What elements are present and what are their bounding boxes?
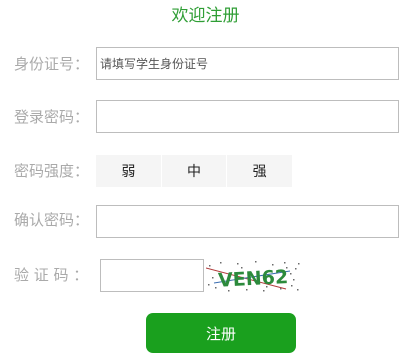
page-title: 欢迎注册 bbox=[171, 6, 240, 26]
password-strength-label: 密码强度： bbox=[14, 162, 90, 180]
register-button[interactable]: 注册 bbox=[146, 313, 296, 353]
registration-page: 欢迎注册 身份证号： 登录密码： 密码强度： 弱 中 强 确认密码： 验 证 码… bbox=[0, 0, 411, 363]
strength-weak: 弱 bbox=[96, 155, 162, 187]
strength-strong: 强 bbox=[252, 164, 267, 180]
captcha-input[interactable] bbox=[100, 259, 204, 292]
password-label: 登录密码： bbox=[14, 108, 90, 126]
password-input[interactable] bbox=[96, 100, 399, 133]
id-number-label: 身份证号： bbox=[14, 55, 90, 73]
captcha-label: 验 证 码 ： bbox=[14, 266, 89, 284]
captcha-image[interactable]: VEN62 bbox=[205, 259, 301, 294]
strength-medium: 中 bbox=[162, 155, 228, 187]
confirm-password-input[interactable] bbox=[96, 205, 399, 238]
captcha-text: VEN62 bbox=[218, 266, 289, 292]
id-number-input[interactable] bbox=[96, 47, 399, 80]
password-strength-meter: 弱 中 强 bbox=[96, 155, 292, 187]
captcha-image-graphic: VEN62 bbox=[205, 261, 300, 292]
confirm-password-label: 确认密码： bbox=[14, 211, 90, 229]
